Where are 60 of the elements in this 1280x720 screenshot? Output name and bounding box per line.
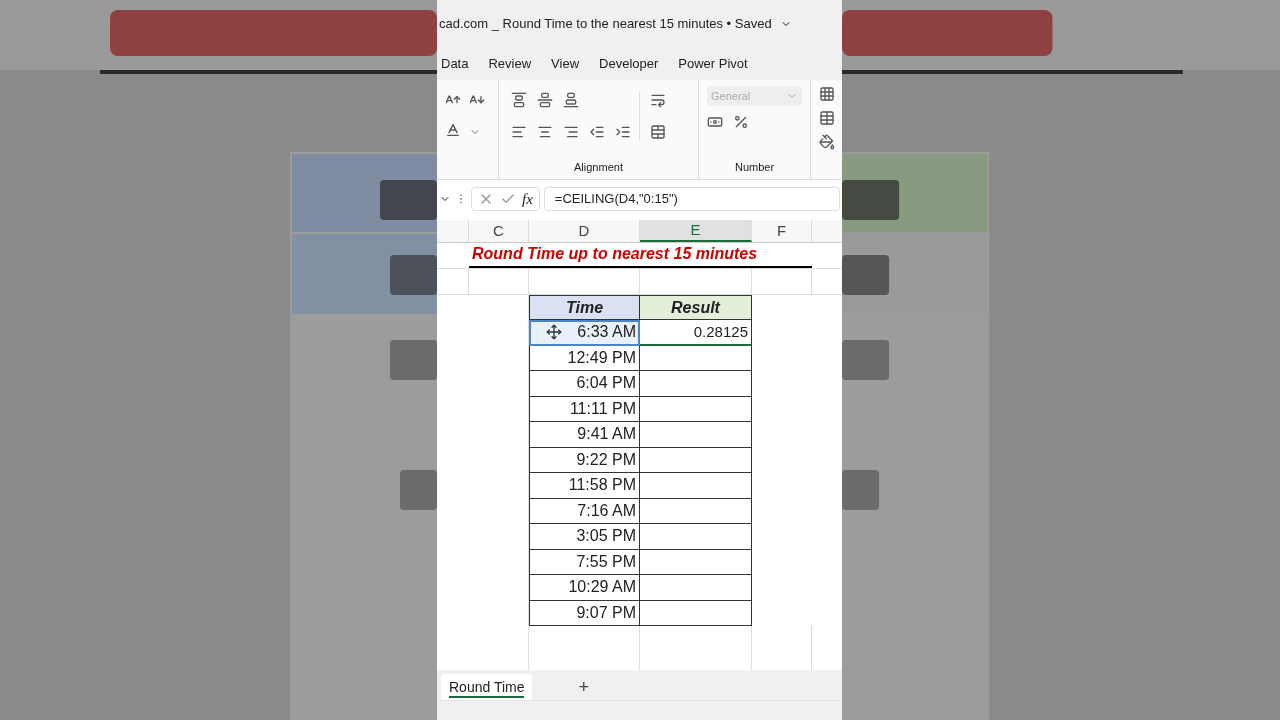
column-header[interactable]: C	[469, 220, 529, 242]
table-cell[interactable]: 10:29 AM	[529, 575, 640, 601]
table-cell[interactable]: 6:33 AM	[529, 320, 640, 346]
table-cell[interactable]: 6:04 PM	[529, 371, 640, 397]
table-cell[interactable]: 9:22 PM	[529, 447, 640, 473]
align-left-icon[interactable]	[511, 124, 527, 140]
percent-icon[interactable]	[733, 114, 749, 130]
group-label: Alignment	[573, 159, 624, 175]
table-cell[interactable]	[640, 371, 752, 397]
cursor-icon	[546, 324, 562, 341]
conditional-format-icon[interactable]	[819, 86, 835, 102]
menu-tab[interactable]: Review	[488, 54, 532, 74]
table-cell[interactable]: 7:16 AM	[529, 498, 640, 524]
table-cell[interactable]: 9:07 PM	[529, 600, 640, 626]
align-middle-icon[interactable]	[537, 92, 553, 108]
table-header-cell: Result	[640, 295, 752, 320]
column-header[interactable]: F	[752, 220, 812, 242]
table-cell[interactable]	[640, 422, 752, 448]
table-cell[interactable]: 9:41 AM	[529, 422, 640, 448]
table-cell[interactable]: 11:58 PM	[529, 473, 640, 499]
table-cell[interactable]	[640, 600, 752, 626]
insert-function-button[interactable]: fx	[522, 187, 533, 211]
currency-icon[interactable]	[707, 114, 723, 130]
table-cell[interactable]: 7:55 PM	[529, 549, 640, 575]
table-cell[interactable]	[640, 473, 752, 499]
window-title: cad.com _ Round Time to the nearest 15 minutes • Saved	[439, 15, 772, 34]
align-right-icon[interactable]	[563, 124, 579, 140]
font-color-icon[interactable]	[445, 121, 461, 138]
table-header-cell: Time	[529, 295, 640, 320]
sheet-tab[interactable]: Round Time	[441, 674, 533, 700]
table-cell[interactable]	[640, 575, 752, 601]
align-top-icon[interactable]	[511, 92, 527, 108]
table-cell[interactable]: 0.28125	[640, 320, 752, 346]
menu-tab[interactable]: Developer	[599, 54, 659, 74]
wrap-text-icon[interactable]	[650, 92, 666, 108]
sheet-heading: Round Time up to nearest 15 minutes	[472, 244, 758, 264]
increase-indent-icon[interactable]	[615, 124, 631, 140]
table-cell[interactable]	[640, 524, 752, 550]
menu-tab[interactable]: Power Pivot	[678, 54, 748, 74]
table-cell[interactable]	[640, 447, 752, 473]
group-label: Number	[733, 159, 776, 175]
column-header[interactable]: E	[640, 220, 752, 242]
merge-cells-icon[interactable]	[650, 124, 666, 140]
table-cell[interactable]	[640, 498, 752, 524]
table-cell[interactable]: 3:05 PM	[529, 524, 640, 550]
cell-styles-icon[interactable]	[819, 134, 835, 150]
formula-field[interactable]: =CEILING(D4,"0:15")	[543, 187, 840, 211]
table-cell[interactable]	[640, 549, 752, 575]
table-cell[interactable]	[640, 345, 752, 371]
align-bottom-icon[interactable]	[563, 92, 579, 108]
menu-tab[interactable]: View	[551, 54, 580, 74]
decrease-indent-icon[interactable]	[589, 124, 605, 140]
menu-tab[interactable]: Data	[441, 54, 469, 74]
table-cell[interactable]	[640, 396, 752, 422]
table-cell[interactable]: 12:49 PM	[529, 345, 640, 371]
align-center-icon[interactable]	[537, 124, 553, 140]
table-cell[interactable]: 11:11 PM	[529, 396, 640, 422]
add-sheet-button[interactable]: +	[572, 674, 595, 700]
column-header[interactable]: D	[529, 220, 640, 242]
format-table-icon[interactable]	[819, 110, 835, 126]
